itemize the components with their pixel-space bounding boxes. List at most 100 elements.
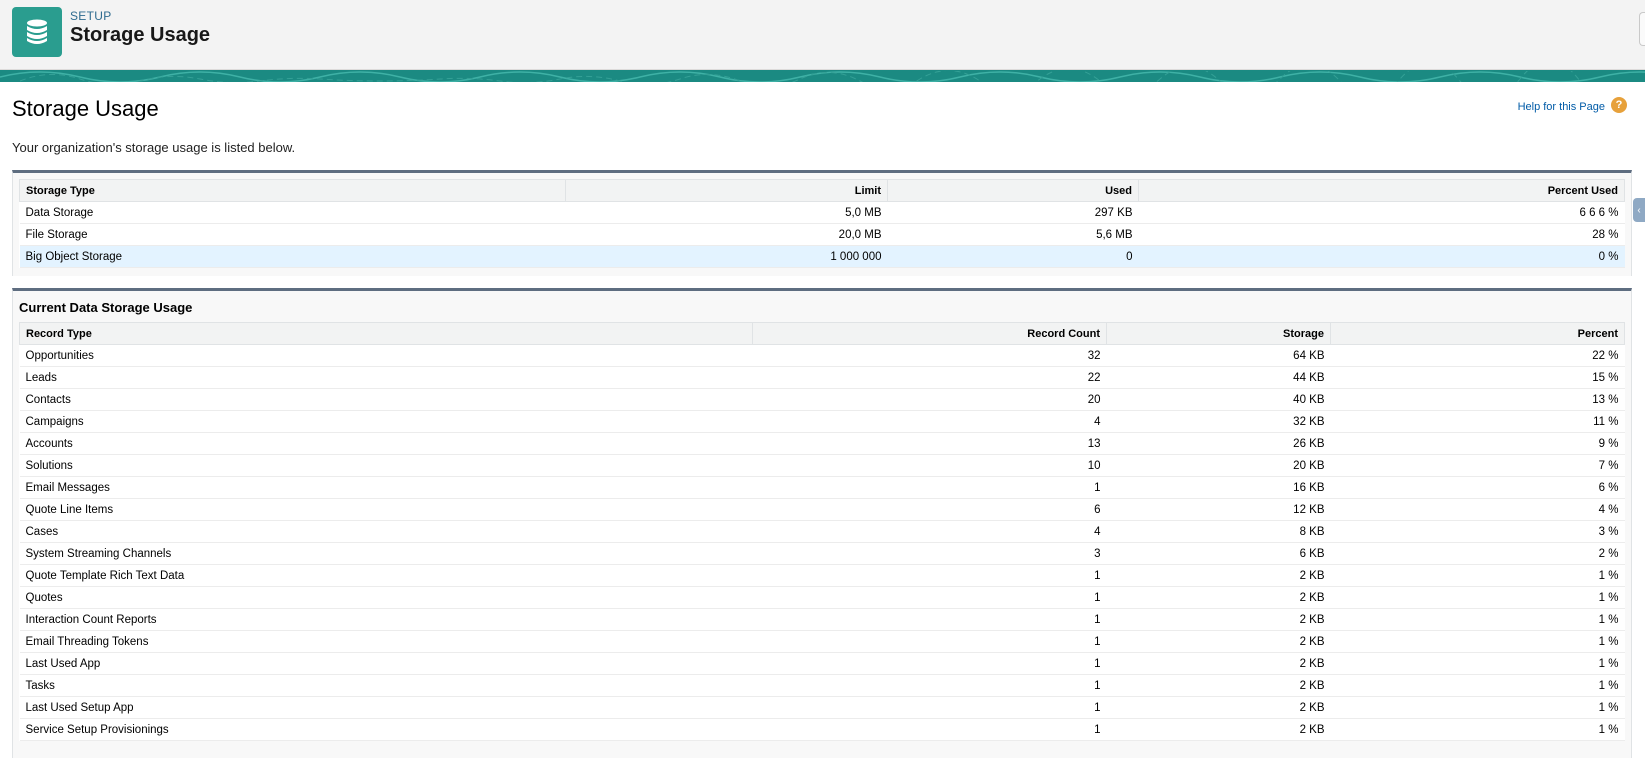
value-cell: 1 — [752, 718, 1107, 741]
table-row: Quote Line Items 6 12 KB 4 % — [19, 498, 1625, 521]
value-cell: 0 — [887, 245, 1139, 268]
breadcrumb[interactable]: SETUP — [70, 9, 112, 23]
row-label-cell: System Streaming Channels — [19, 542, 753, 565]
table-row: System Streaming Channels 3 6 KB 2 % — [19, 542, 1625, 565]
table-row: Service Setup Provisionings 1 2 KB 1 % — [19, 718, 1625, 741]
table-row: Last Used App 1 2 KB 1 % — [19, 652, 1625, 675]
column-header: Record Count — [752, 322, 1107, 345]
table-row: Solutions 10 20 KB 7 % — [19, 454, 1625, 477]
row-label-cell: Campaigns — [19, 410, 753, 433]
table-row: Last Used Setup App 1 2 KB 1 % — [19, 696, 1625, 719]
value-cell: 28 % — [1138, 223, 1625, 246]
value-cell: 1 % — [1330, 608, 1625, 631]
value-cell: 4 % — [1330, 498, 1625, 521]
row-label-cell: Cases — [19, 520, 753, 543]
value-cell: 2 KB — [1106, 564, 1331, 587]
value-cell: 1 % — [1330, 564, 1625, 587]
table-row: Contacts 20 40 KB 13 % — [19, 388, 1625, 411]
value-cell: 1 % — [1330, 718, 1625, 741]
column-header: Percent — [1330, 322, 1625, 345]
row-label-cell: Data Storage — [19, 201, 566, 224]
value-cell: 7 % — [1330, 454, 1625, 477]
header-title: Storage Usage — [70, 24, 211, 46]
value-cell: 12 KB — [1106, 498, 1331, 521]
table-row: Email Threading Tokens 1 2 KB 1 % — [19, 630, 1625, 653]
value-cell: 5,0 MB — [565, 201, 888, 224]
help-icon[interactable]: ? — [1611, 97, 1627, 113]
side-collapse-tab[interactable]: ‹ — [1633, 198, 1645, 222]
storage-summary-panel: Storage Type Limit Used Percent Used Dat… — [12, 170, 1632, 276]
value-cell: 9 % — [1330, 432, 1625, 455]
value-cell: 1 % — [1330, 586, 1625, 609]
row-label-cell: Last Used Setup App — [19, 696, 753, 719]
value-cell: 2 KB — [1106, 718, 1331, 741]
value-cell: 22 % — [1330, 344, 1625, 367]
row-label-cell: Leads — [19, 366, 753, 389]
value-cell: 2 % — [1330, 542, 1625, 565]
value-cell: 2 KB — [1106, 586, 1331, 609]
value-cell: 1 — [752, 476, 1107, 499]
table-row: Campaigns 4 32 KB 11 % — [19, 410, 1625, 433]
table-row: Big Object Storage 1 000 000 0 0 % — [19, 245, 1625, 268]
value-cell: 1 % — [1330, 674, 1625, 697]
value-cell: 0 % — [1138, 245, 1625, 268]
value-cell: 16 KB — [1106, 476, 1331, 499]
value-cell: 8 KB — [1106, 520, 1331, 543]
help-link[interactable]: Help for this Page — [1518, 101, 1605, 113]
value-cell: 1 — [752, 608, 1107, 631]
section-title: Current Data Storage Usage — [19, 300, 193, 315]
page-description: Your organization's storage usage is lis… — [12, 140, 296, 155]
value-cell: 20 KB — [1106, 454, 1331, 477]
value-cell: 6 — [752, 498, 1107, 521]
column-header: Used — [887, 179, 1139, 202]
value-cell: 22 — [752, 366, 1107, 389]
value-cell: 15 % — [1330, 366, 1625, 389]
column-header: Storage Type — [19, 179, 566, 202]
table-row: Quote Template Rich Text Data 1 2 KB 1 % — [19, 564, 1625, 587]
value-cell: 10 — [752, 454, 1107, 477]
column-header: Record Type — [19, 322, 753, 345]
database-icon — [12, 7, 62, 57]
table-row: Leads 22 44 KB 15 % — [19, 366, 1625, 389]
column-header: Storage — [1106, 322, 1331, 345]
column-header: Limit — [565, 179, 888, 202]
value-cell: 2 KB — [1106, 630, 1331, 653]
row-label-cell: Last Used App — [19, 652, 753, 675]
value-cell: 2 KB — [1106, 608, 1331, 631]
row-label-cell: Tasks — [19, 674, 753, 697]
value-cell: 40 KB — [1106, 388, 1331, 411]
value-cell: 1 — [752, 674, 1107, 697]
value-cell: 2 KB — [1106, 696, 1331, 719]
value-cell: 1 — [752, 696, 1107, 719]
value-cell: 26 KB — [1106, 432, 1331, 455]
row-label-cell: Contacts — [19, 388, 753, 411]
row-label-cell: File Storage — [19, 223, 566, 246]
value-cell: 1 000 000 — [565, 245, 888, 268]
value-cell: 13 % — [1330, 388, 1625, 411]
header-scroll-handle[interactable] — [1639, 12, 1645, 46]
value-cell: 4 — [752, 520, 1107, 543]
row-label-cell: Big Object Storage — [19, 245, 566, 268]
row-label-cell: Email Threading Tokens — [19, 630, 753, 653]
value-cell: 5,6 MB — [887, 223, 1139, 246]
value-cell: 11 % — [1330, 410, 1625, 433]
value-cell: 2 KB — [1106, 674, 1331, 697]
value-cell: 20 — [752, 388, 1107, 411]
row-label-cell: Solutions — [19, 454, 753, 477]
data-usage-table: Record Type Record Count Storage Percent… — [19, 322, 1625, 741]
value-cell: 1 — [752, 564, 1107, 587]
decorative-banner — [0, 70, 1645, 82]
value-cell: 64 KB — [1106, 344, 1331, 367]
value-cell: 6 6 6 % — [1138, 201, 1625, 224]
value-cell: 32 KB — [1106, 410, 1331, 433]
column-header: Percent Used — [1138, 179, 1625, 202]
row-label-cell: Opportunities — [19, 344, 753, 367]
value-cell: 6 % — [1330, 476, 1625, 499]
value-cell: 297 KB — [887, 201, 1139, 224]
table-row: Data Storage 5,0 MB 297 KB 6 6 6 % — [19, 201, 1625, 224]
value-cell: 1 — [752, 652, 1107, 675]
row-label-cell: Interaction Count Reports — [19, 608, 753, 631]
table-row: Cases 4 8 KB 3 % — [19, 520, 1625, 543]
row-label-cell: Email Messages — [19, 476, 753, 499]
storage-summary-table: Storage Type Limit Used Percent Used Dat… — [19, 179, 1625, 268]
